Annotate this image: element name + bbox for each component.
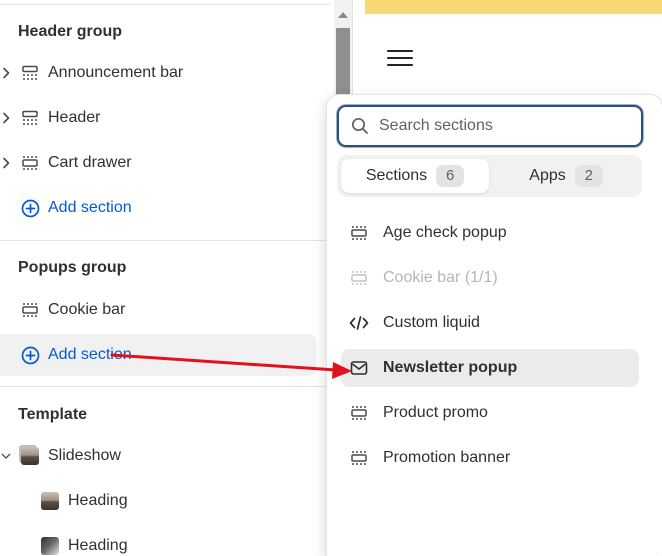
sidebar: Header group Announcement bar Header Car… — [0, 0, 352, 556]
section-option-promotion-banner[interactable]: Promotion banner — [341, 439, 639, 477]
sidebar-item-cookie-bar[interactable]: Cookie bar — [0, 289, 316, 331]
add-section-label: Add section — [48, 199, 132, 216]
section-icon — [349, 448, 369, 468]
slideshow-thumb-icon — [20, 446, 40, 466]
sidebar-item-label: Cart drawer — [48, 154, 132, 171]
section-option-label: Newsletter popup — [383, 359, 518, 376]
section-option-product-promo[interactable]: Product promo — [341, 394, 639, 432]
tab-apps[interactable]: Apps 2 — [493, 159, 639, 193]
section-icon — [20, 153, 40, 173]
template-title: Template — [18, 406, 88, 423]
image-thumb-icon — [40, 491, 60, 511]
sidebar-item-heading[interactable]: Heading — [0, 480, 316, 522]
tab-label: Apps — [529, 167, 566, 184]
divider — [0, 240, 330, 241]
section-option-label: Product promo — [383, 404, 488, 421]
chevron-right-icon[interactable] — [1, 156, 11, 170]
section-icon — [349, 223, 369, 243]
chevron-right-icon[interactable] — [1, 111, 11, 125]
chevron-right-icon[interactable] — [1, 66, 11, 80]
popups-group-title: Popups group — [18, 259, 127, 276]
search-placeholder: Search sections — [379, 117, 493, 134]
count-badge: 6 — [436, 165, 465, 187]
section-option-age-check-popup[interactable]: Age check popup — [341, 214, 639, 252]
section-option-cookie-bar: Cookie bar (1/1) — [341, 259, 639, 297]
sidebar-item-label: Slideshow — [48, 447, 121, 464]
image-thumb-icon — [40, 536, 60, 556]
plus-circle-icon — [20, 198, 40, 218]
sidebar-item-label: Header — [48, 109, 101, 126]
section-option-label: Promotion banner — [383, 449, 511, 466]
section-option-custom-liquid[interactable]: Custom liquid — [341, 304, 639, 342]
section-option-label: Age check popup — [383, 224, 507, 241]
search-icon — [351, 117, 369, 135]
code-icon — [349, 313, 369, 333]
plus-circle-icon — [20, 345, 40, 365]
section-option-label: Custom liquid — [383, 314, 480, 331]
search-input[interactable]: Search sections — [337, 105, 643, 147]
tab-sections[interactable]: Sections 6 — [341, 159, 489, 193]
add-section-popover: Search sections Sections 6 Apps 2 Age ch… — [327, 95, 662, 556]
chevron-down-icon[interactable] — [1, 449, 11, 463]
section-tabs: Sections 6 Apps 2 — [337, 155, 642, 197]
hamburger-menu-icon[interactable] — [387, 50, 413, 68]
sidebar-item-label: Heading — [68, 492, 128, 509]
divider — [0, 4, 330, 5]
sidebar-item-header[interactable]: Header — [0, 97, 316, 139]
sidebar-item-heading[interactable]: Heading — [0, 525, 316, 556]
divider — [0, 386, 330, 387]
section-icon — [20, 63, 40, 83]
sidebar-item-announcement-bar[interactable]: Announcement bar — [0, 52, 316, 94]
sidebar-item-cart-drawer[interactable]: Cart drawer — [0, 142, 316, 184]
section-icon — [349, 403, 369, 423]
tab-label: Sections — [365, 167, 428, 184]
section-icon — [349, 268, 369, 288]
header-group-title: Header group — [18, 23, 123, 40]
sidebar-item-label: Heading — [68, 537, 128, 554]
scroll-up-arrow-icon[interactable] — [338, 12, 348, 18]
envelope-icon — [349, 358, 369, 378]
sidebar-item-slideshow[interactable]: Slideshow — [0, 435, 316, 477]
section-option-newsletter-popup[interactable]: Newsletter popup — [341, 349, 639, 387]
count-badge: 2 — [574, 165, 603, 187]
section-icon — [20, 108, 40, 128]
popups-add-section-button[interactable]: Add section — [0, 334, 316, 376]
sidebar-item-label: Announcement bar — [48, 64, 184, 81]
add-section-button[interactable]: Add section — [0, 187, 316, 229]
section-icon — [20, 300, 40, 320]
add-section-label: Add section — [48, 346, 132, 363]
sidebar-item-label: Cookie bar — [48, 301, 126, 318]
section-option-label: Cookie bar (1/1) — [383, 269, 498, 286]
announcement-bar-preview — [365, 0, 662, 14]
